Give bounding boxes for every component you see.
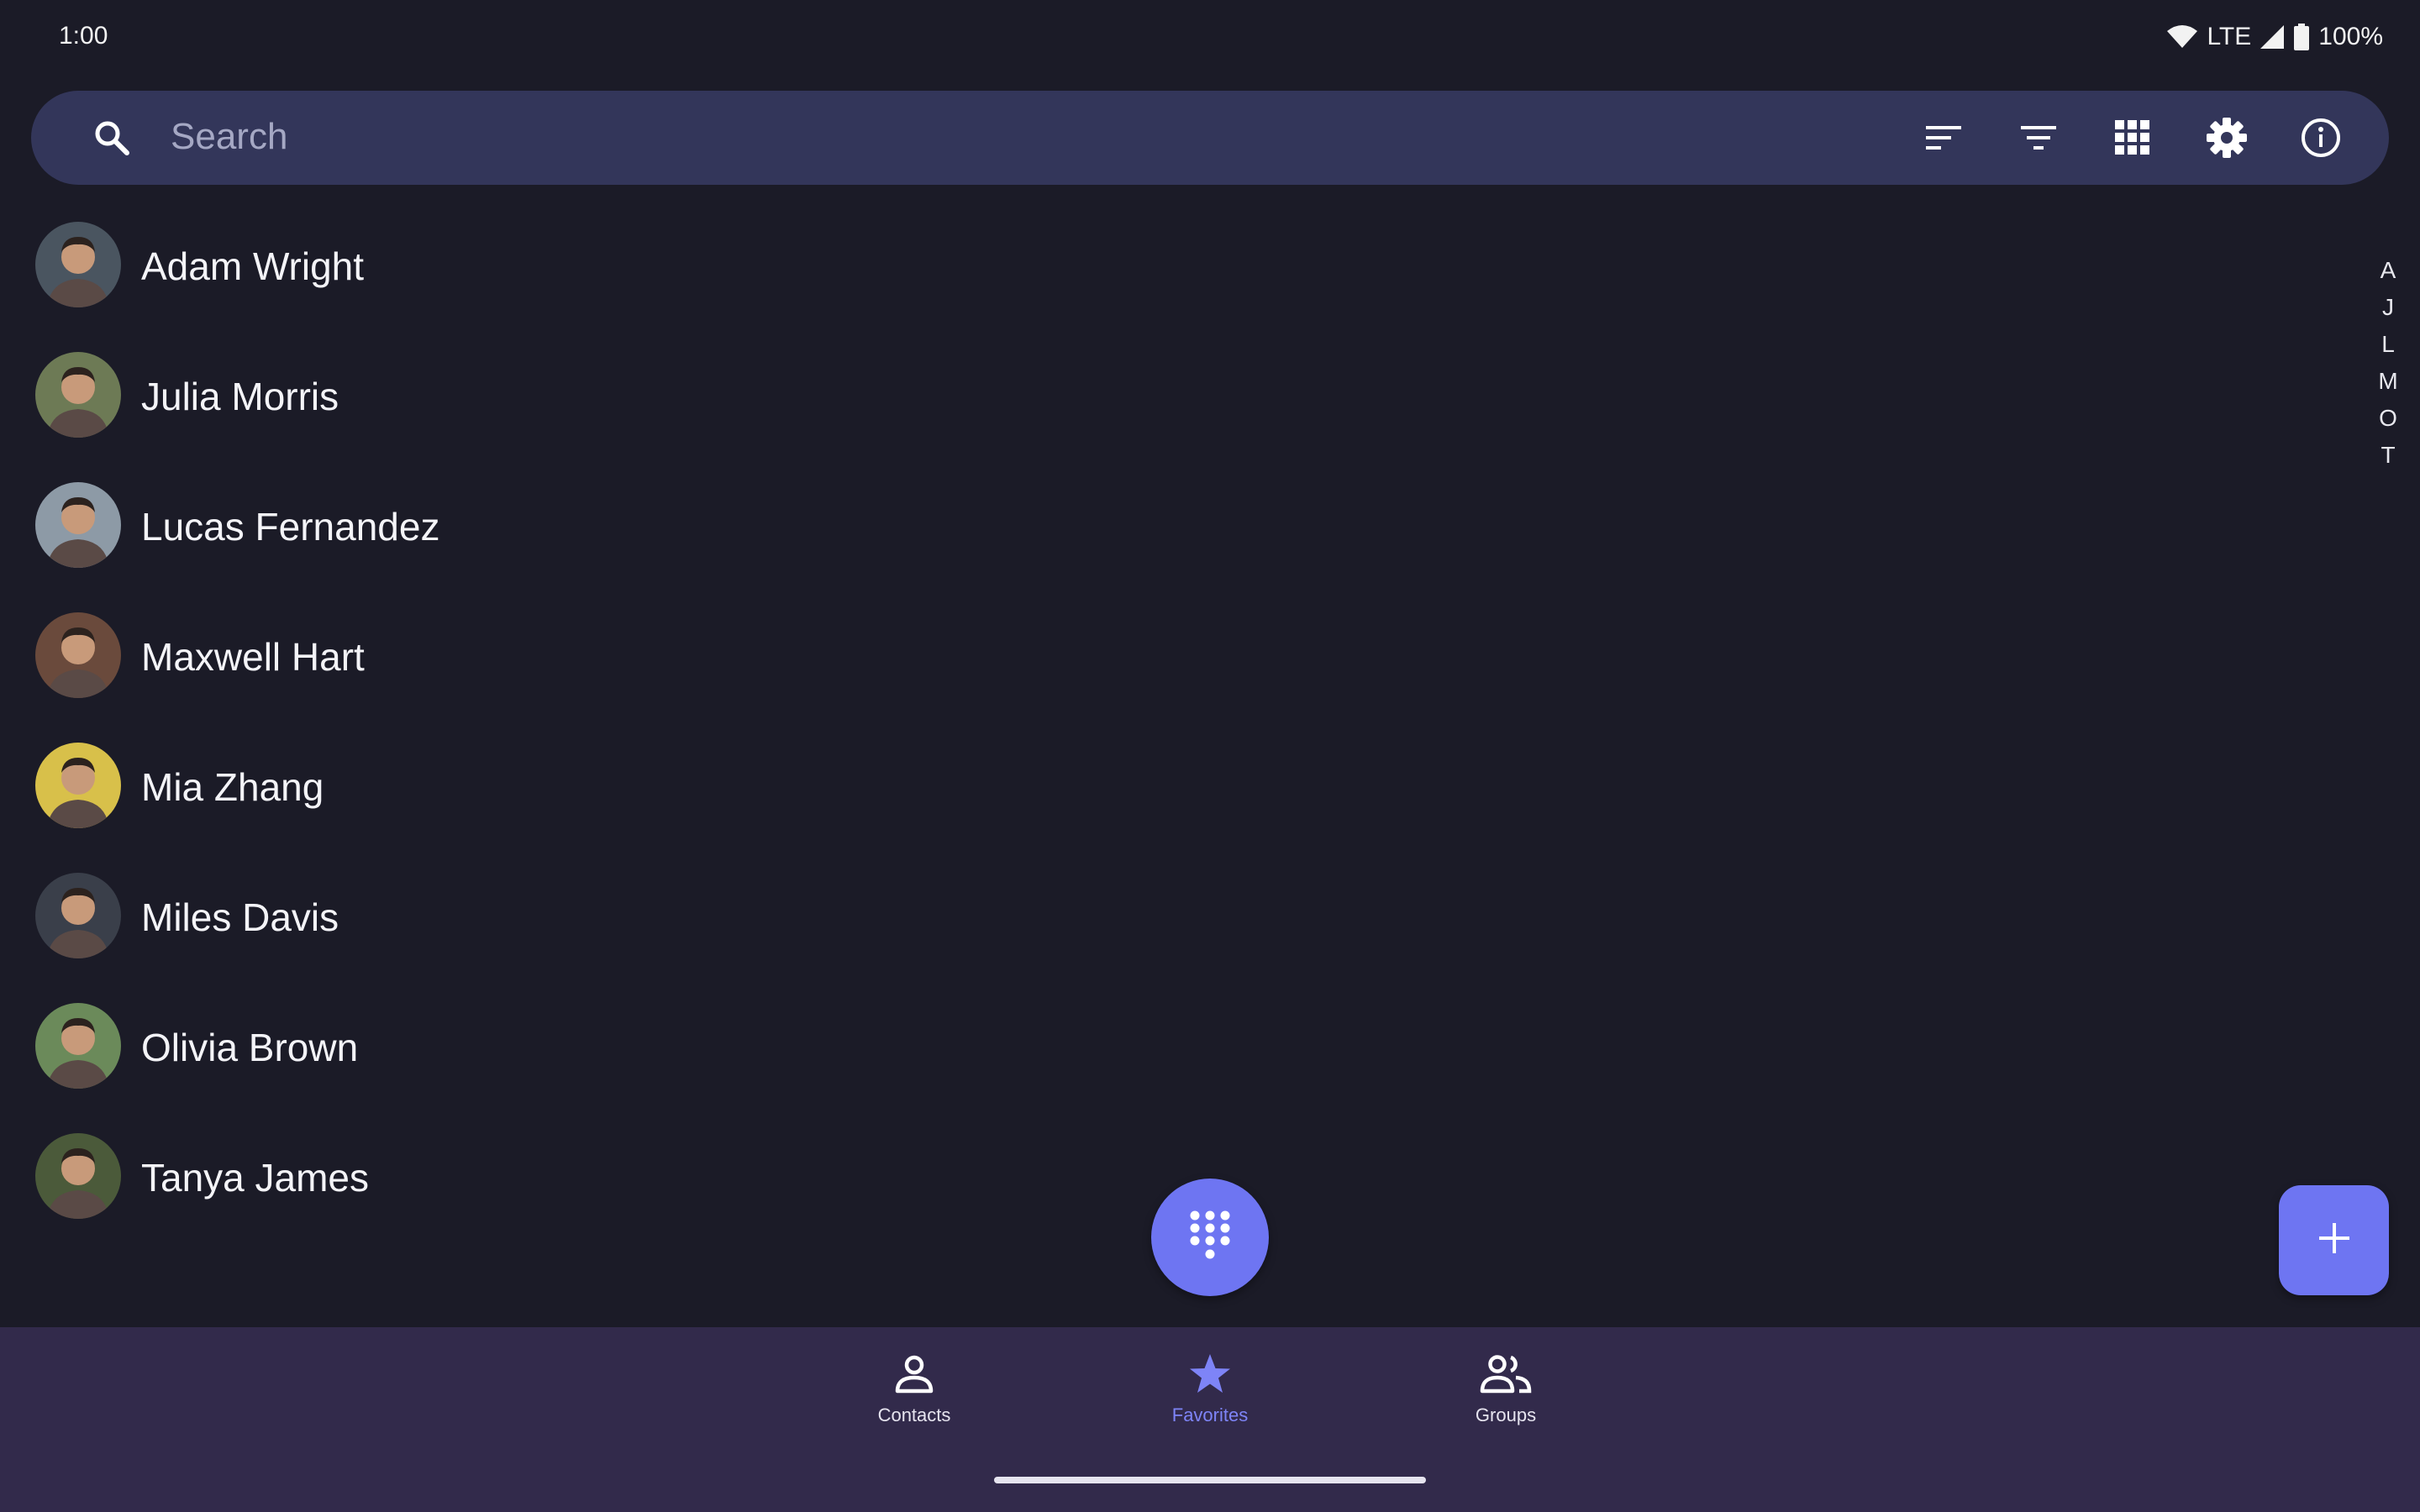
nav-label-groups: Groups bbox=[1475, 1404, 1537, 1425]
status-time: 1:00 bbox=[59, 22, 108, 50]
contact-name: Adam Wright bbox=[141, 244, 365, 288]
search-icon[interactable] bbox=[92, 118, 132, 158]
alphabet-index[interactable]: AJLMOT bbox=[2371, 252, 2405, 474]
contact-name: Julia Morris bbox=[141, 375, 339, 418]
contact-name: Tanya James bbox=[141, 1156, 370, 1200]
battery-level: 100% bbox=[2318, 23, 2383, 50]
contact-row[interactable]: Mia Zhang bbox=[0, 722, 2336, 853]
settings-icon[interactable] bbox=[2203, 114, 2250, 161]
avatar bbox=[35, 1133, 121, 1219]
avatar bbox=[35, 1003, 121, 1089]
contact-name: Mia Zhang bbox=[141, 765, 324, 809]
avatar bbox=[35, 222, 121, 307]
signal-icon bbox=[2260, 24, 2285, 50]
star-icon bbox=[1126, 1352, 1294, 1396]
network-label: LTE bbox=[2207, 23, 2252, 50]
battery-icon bbox=[2293, 24, 2310, 50]
home-indicator[interactable] bbox=[994, 1477, 1426, 1483]
contact-name: Maxwell Hart bbox=[141, 635, 365, 679]
status-bar: 1:00 LTE 100% bbox=[0, 0, 2420, 76]
contact-name: Miles Davis bbox=[141, 895, 339, 939]
plus-icon bbox=[2317, 1221, 2351, 1259]
dialpad-icon bbox=[1189, 1210, 1231, 1266]
avatar bbox=[35, 612, 121, 698]
filter-icon[interactable] bbox=[2015, 114, 2062, 161]
contact-row[interactable]: Julia Morris bbox=[0, 332, 2336, 462]
sort-icon[interactable] bbox=[1921, 114, 1968, 161]
add-contact-button[interactable] bbox=[2279, 1185, 2389, 1295]
nav-label-favorites: Favorites bbox=[1171, 1404, 1249, 1425]
avatar bbox=[35, 743, 121, 828]
contact-row[interactable]: Miles Davis bbox=[0, 853, 2336, 983]
nav-favorites[interactable]: Favorites bbox=[1126, 1352, 1294, 1453]
contact-row[interactable]: Maxwell Hart bbox=[0, 592, 2336, 722]
nav-label-contacts: Contacts bbox=[877, 1404, 951, 1425]
alphabet-index-letter[interactable]: J bbox=[2371, 289, 2405, 326]
info-icon[interactable] bbox=[2297, 114, 2344, 161]
dialpad-button[interactable] bbox=[1151, 1179, 1269, 1296]
search-input[interactable]: Search bbox=[171, 116, 287, 158]
contact-name: Olivia Brown bbox=[141, 1026, 359, 1069]
wifi-icon bbox=[2166, 24, 2198, 50]
group-icon bbox=[1422, 1352, 1590, 1396]
alphabet-index-letter[interactable]: L bbox=[2371, 326, 2405, 363]
status-indicators: LTE 100% bbox=[2166, 20, 2383, 54]
avatar bbox=[35, 873, 121, 958]
contact-row[interactable]: Lucas Fernandez bbox=[0, 462, 2336, 592]
alphabet-index-letter[interactable]: M bbox=[2371, 363, 2405, 400]
nav-groups[interactable]: Groups bbox=[1422, 1352, 1590, 1453]
contact-row[interactable]: Adam Wright bbox=[0, 202, 2336, 332]
grid-icon[interactable] bbox=[2109, 114, 2156, 161]
nav-contacts[interactable]: Contacts bbox=[830, 1352, 998, 1453]
avatar bbox=[35, 482, 121, 568]
person-icon bbox=[830, 1352, 998, 1396]
search-bar[interactable]: Search bbox=[31, 91, 2389, 185]
alphabet-index-letter[interactable]: O bbox=[2371, 400, 2405, 437]
avatar bbox=[35, 352, 121, 438]
contact-row[interactable]: Olivia Brown bbox=[0, 983, 2336, 1113]
alphabet-index-letter[interactable]: A bbox=[2371, 252, 2405, 289]
alphabet-index-letter[interactable]: T bbox=[2371, 437, 2405, 474]
contact-name: Lucas Fernandez bbox=[141, 505, 440, 549]
bottom-navigation: Contacts Favorites Groups bbox=[0, 1327, 2420, 1512]
